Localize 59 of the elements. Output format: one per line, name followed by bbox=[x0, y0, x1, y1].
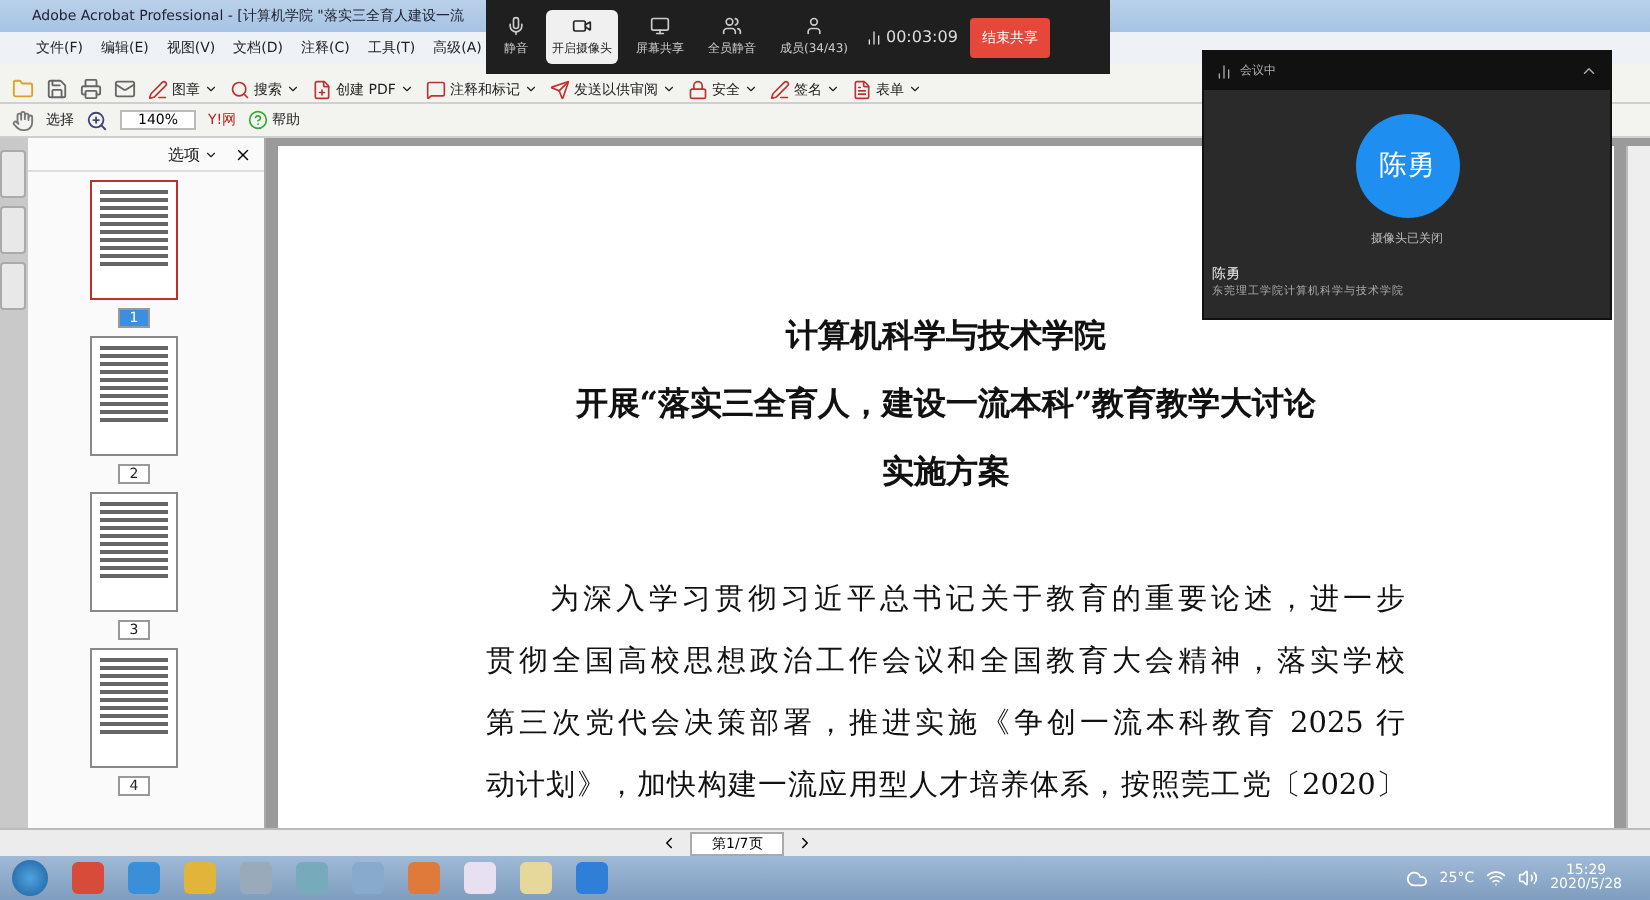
cloud-icon bbox=[1405, 867, 1428, 889]
meeting-timer: 00:03:09 bbox=[885, 28, 958, 46]
document-heading: 实施方案 bbox=[882, 452, 1010, 494]
document-heading: 开展“落实三全育人，建设一流本科”教育教学大讨论 bbox=[575, 384, 1317, 426]
avatar-circle: 陈勇 bbox=[1355, 114, 1459, 218]
paragraph-line: 贯彻全国高校思想政治工作会议和全国教育大会精神，落实学校 bbox=[486, 643, 1406, 682]
dropdown-caret-icon bbox=[399, 82, 414, 96]
app-icon[interactable] bbox=[520, 862, 552, 894]
paragraph-line: 为深入学习贯彻习近平总书记关于教育的重要论述，进一步 bbox=[548, 581, 1406, 620]
dropdown-caret-icon bbox=[825, 82, 840, 96]
pen-icon bbox=[769, 79, 790, 99]
options-button[interactable]: 选项 bbox=[168, 143, 218, 165]
signal-bars-icon bbox=[865, 29, 882, 45]
person-icon bbox=[803, 16, 824, 36]
page-thumbnail[interactable] bbox=[90, 336, 178, 456]
app-icon[interactable] bbox=[464, 862, 496, 894]
app-icon[interactable] bbox=[128, 862, 160, 894]
page-thumbnail[interactable] bbox=[90, 180, 178, 300]
app-icon[interactable] bbox=[72, 862, 104, 894]
dropdown-caret-icon bbox=[907, 82, 922, 96]
document-plus-icon bbox=[312, 79, 332, 99]
document-heading: 计算机科学与技术学院 bbox=[786, 316, 1106, 358]
page-thumbnail[interactable] bbox=[90, 492, 178, 612]
volume-icon[interactable] bbox=[1518, 868, 1539, 888]
send-icon bbox=[549, 79, 570, 99]
previous-page-icon[interactable] bbox=[660, 834, 678, 852]
paragraph-line: 第三次党代会决策部署，推进实施《争创一流本科教育 2025 行 bbox=[486, 705, 1406, 744]
microphone-icon bbox=[506, 16, 526, 36]
signal-bars-icon bbox=[1216, 63, 1232, 79]
start-orb-icon[interactable] bbox=[12, 860, 48, 896]
lock-icon bbox=[687, 79, 708, 99]
collapse-icon[interactable] bbox=[1580, 62, 1598, 80]
dropdown-caret-icon bbox=[743, 82, 758, 96]
speech-bubble-icon bbox=[425, 79, 446, 99]
dropdown-caret-icon bbox=[286, 82, 300, 96]
zoom-in-icon[interactable] bbox=[86, 109, 108, 131]
page-thumbnail[interactable] bbox=[90, 648, 178, 768]
dropdown-caret-icon bbox=[204, 82, 218, 96]
print-icon[interactable] bbox=[80, 78, 102, 100]
save-icon[interactable] bbox=[46, 78, 68, 100]
help-icon bbox=[248, 110, 269, 130]
dropdown-caret-icon bbox=[204, 147, 218, 161]
mail-icon[interactable] bbox=[114, 78, 136, 100]
form-icon bbox=[851, 79, 872, 99]
hand-icon[interactable] bbox=[12, 109, 34, 131]
side-tab[interactable] bbox=[0, 150, 26, 198]
side-tab[interactable] bbox=[0, 262, 26, 310]
paragraph-line: 动计划》，加快构建一流应用型人才培养体系，按照莞工党〔2020〕 bbox=[486, 767, 1406, 806]
folder-icon[interactable] bbox=[12, 78, 34, 100]
dropdown-caret-icon bbox=[661, 82, 676, 96]
app-icon[interactable] bbox=[576, 862, 608, 894]
scrollbar[interactable] bbox=[1626, 146, 1650, 828]
video-camera-icon bbox=[572, 16, 592, 36]
group-icon bbox=[722, 16, 742, 36]
side-tab[interactable] bbox=[0, 206, 26, 254]
dropdown-caret-icon bbox=[523, 82, 538, 96]
monitor-icon bbox=[650, 16, 670, 36]
network-icon[interactable] bbox=[1486, 868, 1507, 888]
close-icon[interactable] bbox=[234, 145, 252, 163]
